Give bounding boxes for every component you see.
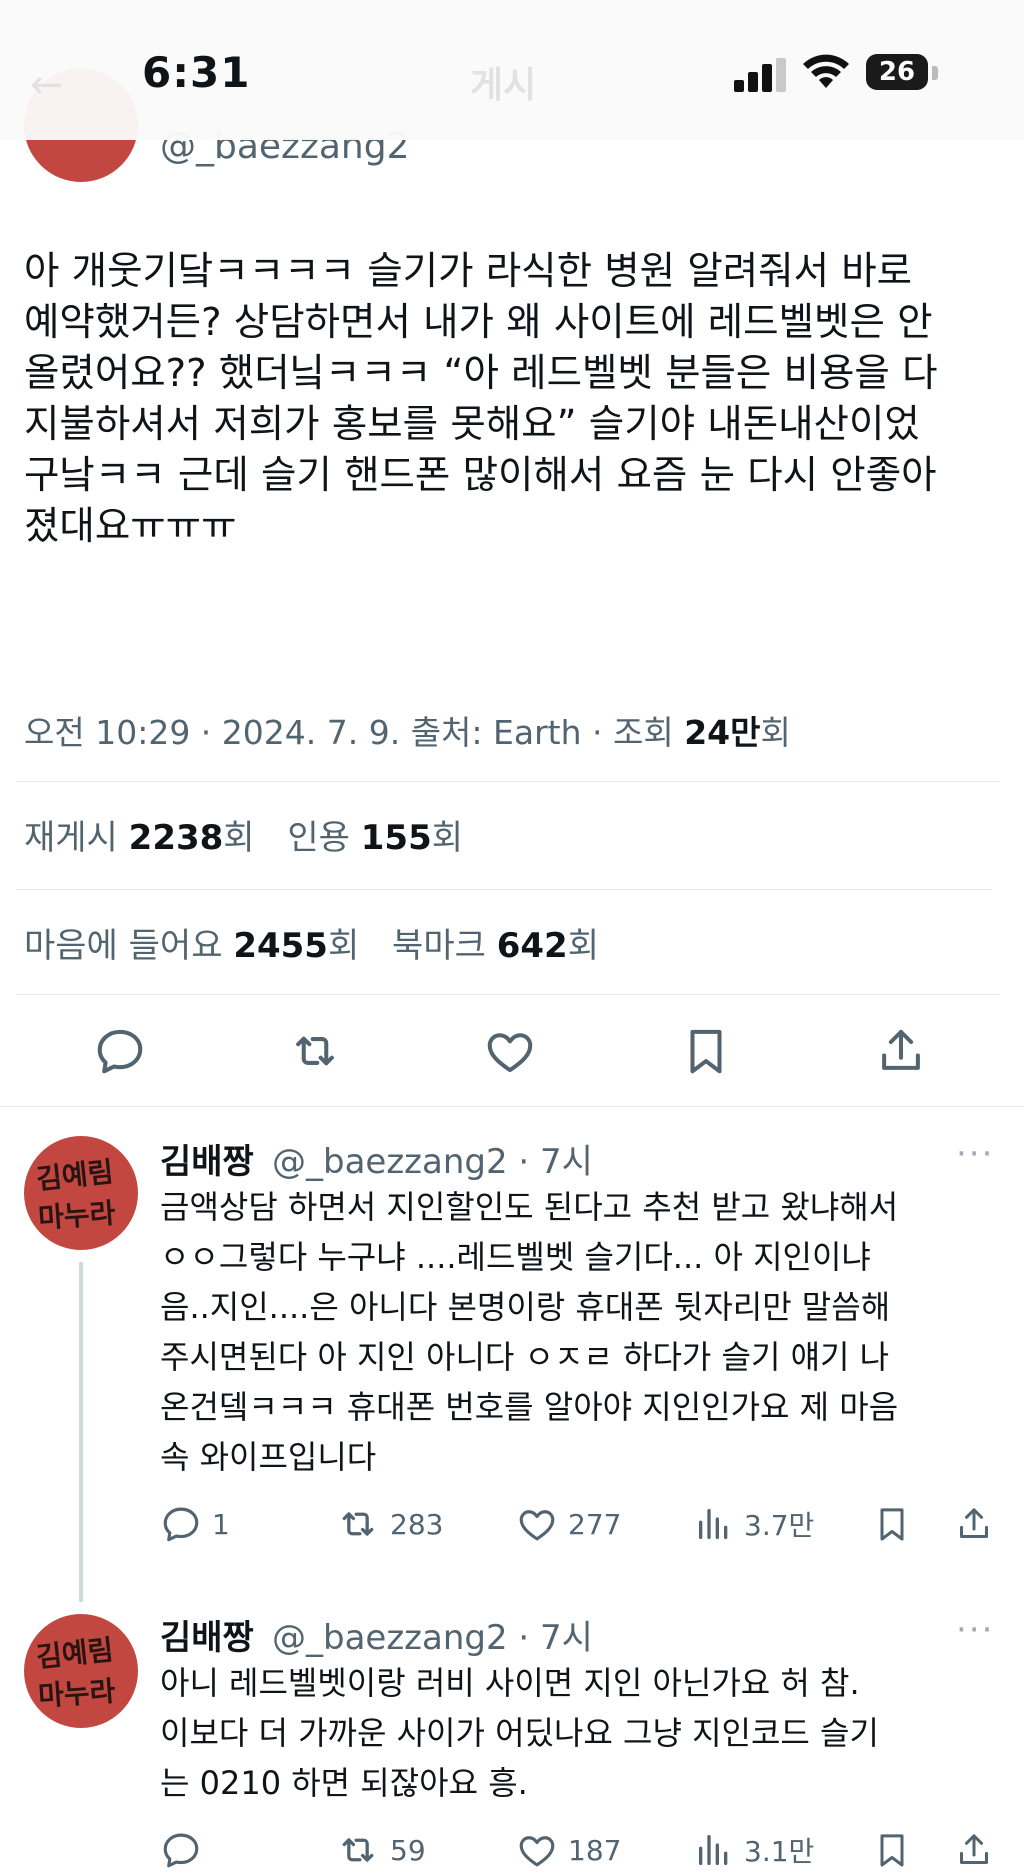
divider: [16, 994, 1000, 995]
reply-text: 아니 레드벨벳이랑 러비 사이면 지인 아닌가요 허 참. 이보다 더 가까운 …: [160, 1664, 879, 1802]
retweet-count: 59: [390, 1833, 426, 1867]
reply-author-handle[interactable]: @_baezzang2 · 7시: [272, 1134, 593, 1183]
view-count: 3.7만: [744, 1509, 815, 1542]
retweets-stat[interactable]: 재게시 2238회: [24, 818, 255, 858]
bookmark-icon: [880, 1834, 904, 1867]
reply-icon: [163, 1833, 199, 1868]
likes-stat[interactable]: 마음에 들어요 2455회: [24, 926, 359, 966]
retweet-count: 283: [390, 1507, 444, 1541]
more-options-icon[interactable]: ···: [956, 1134, 994, 1174]
bookmark-icon[interactable]: [679, 1024, 733, 1078]
page-title: 게시: [470, 65, 537, 106]
battery-cap: [932, 66, 938, 80]
bookmark-icon: [880, 1508, 904, 1541]
avatar-scrawl: 김예림: [34, 1633, 115, 1674]
share-button[interactable]: [954, 1830, 994, 1870]
share-button[interactable]: [954, 1504, 994, 1544]
reply-count: 1: [212, 1507, 230, 1541]
thread-line: [79, 1262, 83, 1602]
like-count: 277: [568, 1507, 622, 1541]
view-count-button[interactable]: 3.1만: [694, 1830, 814, 1870]
like-icon: [519, 1510, 555, 1541]
view-count-button[interactable]: 3.7만: [694, 1504, 814, 1544]
status-bar: ← 게시 6:31 26: [0, 0, 1024, 140]
like-icon[interactable]: [483, 1024, 537, 1078]
reply-author-name[interactable]: 김배짱: [160, 1610, 254, 1659]
clock: 6:31: [142, 48, 251, 97]
like-count: 187: [568, 1833, 622, 1867]
divider: [16, 889, 992, 890]
view-count-unit: 회: [760, 713, 791, 752]
share-icon[interactable]: [874, 1024, 928, 1078]
share-icon: [960, 1508, 988, 1538]
wifi-icon: [803, 54, 849, 88]
reply-action-bar: 1 283 277 3.7만: [160, 1504, 1000, 1544]
reply-avatar[interactable]: 김예림 마누라: [24, 1614, 138, 1728]
bookmark-button[interactable]: [872, 1830, 912, 1870]
like-count-button[interactable]: 187: [516, 1830, 621, 1870]
retweet-quote-stats: 재게시 2238회 인용 155회: [24, 810, 463, 859]
cellular-signal-icon: [734, 58, 786, 92]
avatar-scrawl: 마누라: [37, 1196, 117, 1235]
avatar-scrawl: 김예림: [34, 1155, 115, 1196]
retweet-icon: [342, 1512, 374, 1536]
reply-author-handle[interactable]: @_baezzang2 · 7시: [272, 1610, 593, 1659]
tweet-meta: 오전 10:29 · 2024. 7. 9. 출처: Earth · 조회 24…: [24, 706, 791, 754]
retweet-count-button[interactable]: 59: [336, 1830, 426, 1870]
view-count: 24만: [684, 713, 761, 752]
share-icon: [960, 1834, 988, 1864]
analytics-icon: [699, 1509, 728, 1539]
tweet-timestamp-source: 오전 10:29 · 2024. 7. 9. 출처: Earth · 조회: [24, 713, 685, 752]
reply-icon: [163, 1507, 199, 1542]
retweet-count-button[interactable]: 283: [336, 1504, 443, 1544]
reply-author-name[interactable]: 김배짱: [160, 1134, 254, 1183]
reply-icon[interactable]: [93, 1024, 147, 1078]
reply-count-button[interactable]: [160, 1830, 212, 1870]
analytics-icon: [699, 1835, 728, 1865]
reply-action-bar: 59 187 3.1만: [160, 1830, 1000, 1870]
view-count: 3.1만: [744, 1835, 815, 1868]
back-arrow-icon[interactable]: ←: [30, 62, 64, 108]
bookmark-button[interactable]: [872, 1504, 912, 1544]
tweet-body: 아 개웃기닼ㅋㅋㅋㅋ 슬기가 라식한 병원 알려줘서 바로 예약했거든? 상담하…: [24, 249, 938, 549]
battery-indicator: 26: [866, 54, 928, 90]
retweet-icon: [342, 1838, 374, 1862]
avatar-scrawl: 마누라: [37, 1674, 117, 1713]
bookmarks-stat[interactable]: 북마크 642회: [392, 926, 599, 966]
divider: [16, 781, 1000, 782]
reply-count-button[interactable]: 1: [160, 1504, 230, 1544]
reply-avatar[interactable]: 김예림 마누라: [24, 1136, 138, 1250]
like-icon: [519, 1836, 555, 1867]
divider: [0, 1106, 1024, 1107]
like-bookmark-stats: 마음에 들어요 2455회 북마크 642회: [24, 918, 599, 967]
quotes-stat[interactable]: 인용 155회: [287, 818, 463, 858]
more-options-icon[interactable]: ···: [956, 1610, 994, 1650]
like-count-button[interactable]: 277: [516, 1504, 621, 1544]
reply-text: 금액상담 하면서 지인할인도 된다고 추천 받고 왔냐해서 ㅇㅇ그렇다 누구냐 …: [160, 1188, 899, 1476]
retweet-icon[interactable]: [288, 1024, 342, 1078]
